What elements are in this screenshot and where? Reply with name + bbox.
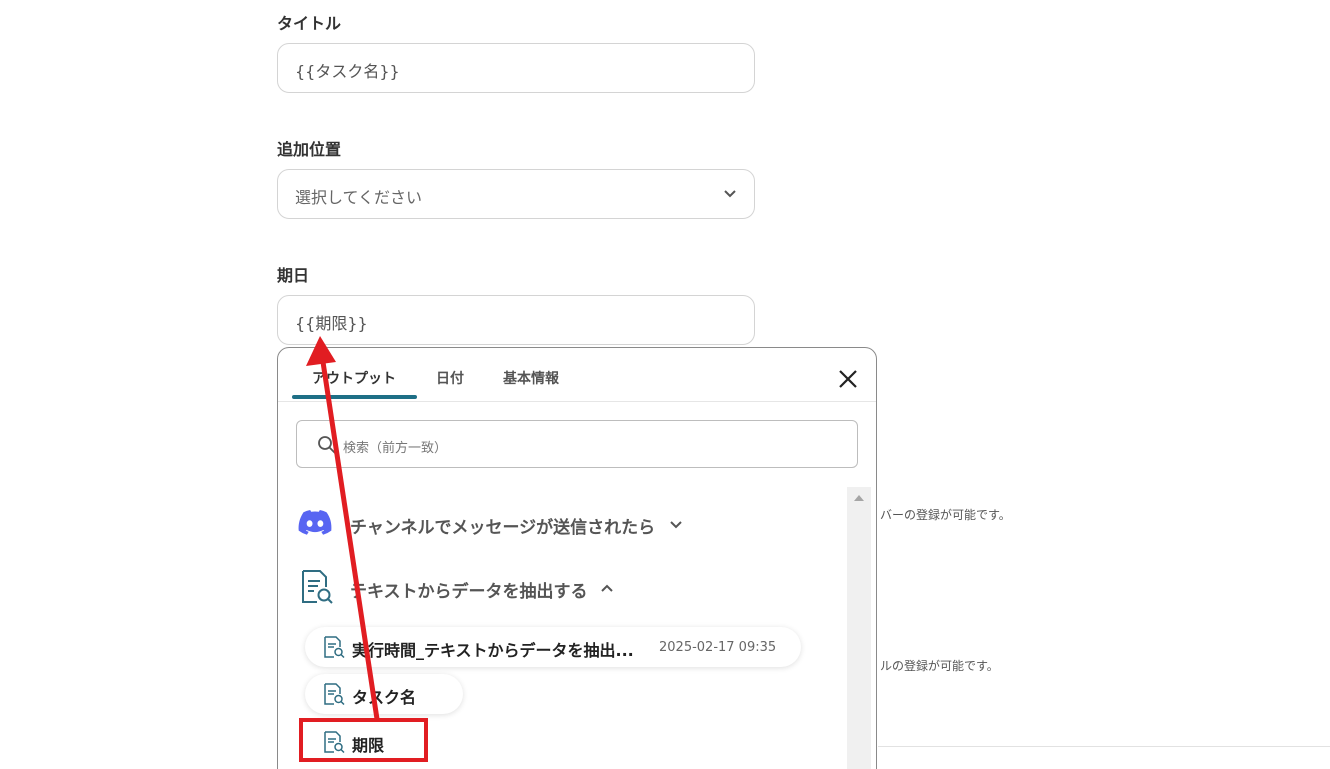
title-input[interactable]: {{タスク名}} — [277, 43, 755, 93]
variable-picker-popup: アウトプット 日付 基本情報 検索（前方一致） チャンネルでメッセージが送信され… — [277, 347, 877, 769]
search-icon — [318, 436, 336, 454]
document-search-icon — [324, 636, 345, 658]
due-field-label: 期日 — [277, 266, 310, 285]
document-search-icon — [302, 570, 333, 604]
position-field-label: 追加位置 — [277, 140, 342, 159]
search-placeholder: 検索（前方一致） — [343, 441, 448, 456]
output-item-label: タスク名 — [352, 688, 417, 707]
group-text-extract-trigger[interactable]: テキストからデータを抽出する — [298, 569, 638, 609]
due-input[interactable]: {{期限}} — [277, 295, 755, 345]
background-note: バーの登録が可能です。 — [880, 508, 1011, 522]
discord-icon — [298, 510, 332, 535]
tab-basic-info[interactable]: 基本情報 — [503, 368, 559, 388]
annotation-highlight-box — [299, 718, 428, 762]
scroll-up-icon[interactable] — [854, 495, 864, 501]
output-item-timestamp: 2025-02-17 09:35 — [659, 640, 777, 655]
document-search-icon — [324, 683, 345, 705]
due-input-value: {{期限}} — [295, 314, 368, 333]
output-item-label: 実行時間_テキストからデータを抽出... — [352, 641, 634, 660]
chevron-down-icon — [724, 190, 736, 198]
position-select[interactable]: 選択してください — [277, 169, 755, 219]
tab-date[interactable]: 日付 — [436, 368, 464, 388]
title-input-value: {{タスク名}} — [295, 62, 400, 81]
tab-output[interactable]: アウトプット — [312, 368, 396, 388]
output-item-execution-time[interactable]: 実行時間_テキストからデータを抽出... 2025-02-17 09:35 — [305, 627, 801, 667]
position-select-placeholder: 選択してください — [295, 188, 423, 207]
page: タイトル {{タスク名}} 追加位置 選択してください 期日 {{期限}} バー… — [0, 0, 1330, 769]
search-input[interactable]: 検索（前方一致） — [296, 420, 858, 468]
group-label: テキストからデータを抽出する — [350, 582, 588, 602]
group-discord-trigger[interactable]: チャンネルでメッセージが送信されたら — [298, 505, 718, 545]
active-tab-indicator — [292, 395, 417, 399]
chevron-up-icon — [601, 584, 613, 592]
title-field-label: タイトル — [277, 14, 342, 33]
divider — [878, 746, 1330, 747]
background-note: ルの登録が可能です。 — [880, 659, 999, 673]
chevron-down-icon — [670, 521, 682, 529]
close-icon[interactable] — [837, 368, 859, 390]
scrollbar[interactable] — [847, 487, 871, 769]
group-label: チャンネルでメッセージが送信されたら — [350, 518, 656, 538]
output-item-task-name[interactable]: タスク名 — [305, 674, 463, 714]
popup-tabs: アウトプット 日付 基本情報 — [278, 348, 876, 402]
